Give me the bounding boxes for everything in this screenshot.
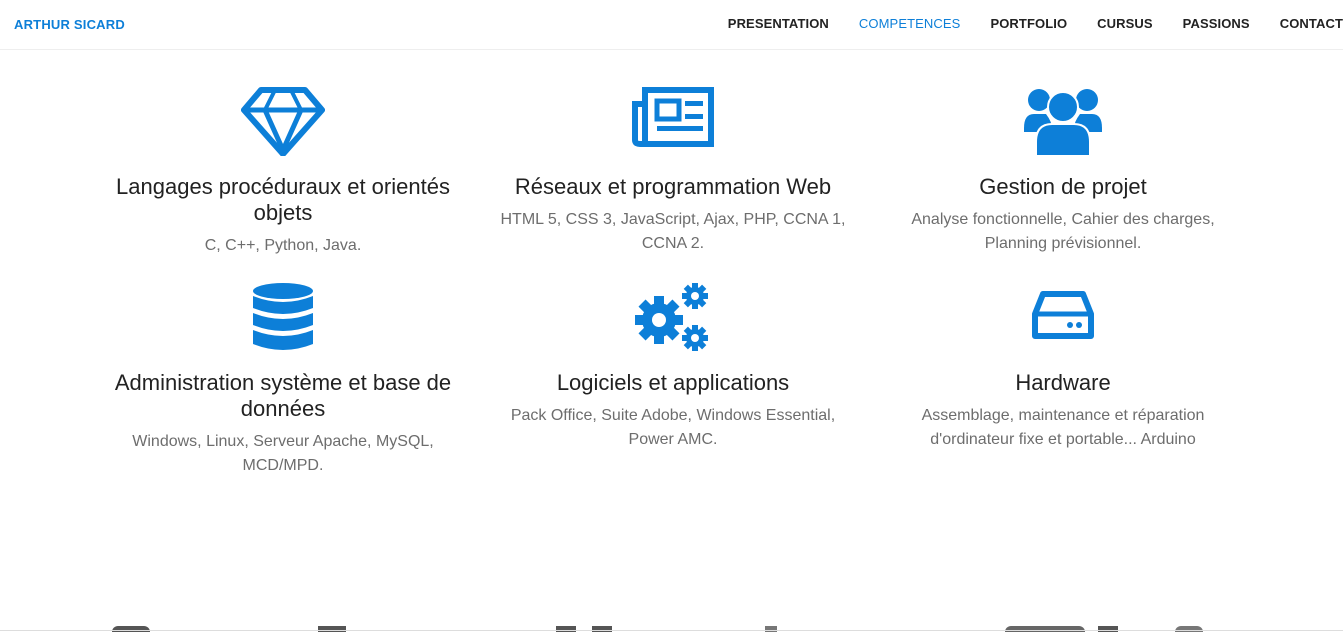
skill-item: Hardware Assemblage, maintenance et répa… — [883, 282, 1243, 452]
skill-desc: Windows, Linux, Serveur Apache, MySQL, M… — [132, 433, 434, 474]
skill-item: Gestion de projet Analyse fonctionnelle,… — [883, 86, 1243, 256]
skill-title: Administration système et base de donnée… — [114, 370, 452, 421]
diamond-icon — [241, 87, 325, 156]
divider — [0, 630, 1343, 631]
skill-item: Administration système et base de donnée… — [103, 282, 463, 478]
cogs-icon — [635, 283, 708, 351]
logo-fragment — [318, 626, 346, 632]
nav-passions[interactable]: PASSIONS — [1183, 16, 1250, 31]
users-icon — [1024, 89, 1102, 157]
newspaper-icon — [632, 87, 714, 147]
skill-title: Langages procéduraux et orientés objets — [116, 174, 450, 225]
skill-title: Logiciels et applications — [556, 370, 790, 395]
skill-title: Réseaux et programmation Web — [514, 174, 832, 199]
logo-fragment — [112, 626, 150, 632]
nav-competences[interactable]: COMPETENCES — [859, 16, 961, 31]
skill-title: Gestion de projet — [979, 174, 1147, 199]
nav-portfolio[interactable]: PORTFOLIO — [990, 16, 1067, 31]
logo-fragment — [765, 626, 777, 632]
logo-fragment — [1098, 626, 1118, 632]
skill-desc: Pack Office, Suite Adobe, Windows Essent… — [510, 407, 836, 448]
skill-desc: Assemblage, maintenance et réparation d'… — [921, 407, 1205, 448]
hdd-icon — [1032, 291, 1094, 339]
nav-presentation[interactable]: PRESENTATION — [728, 16, 829, 31]
nav-cursus[interactable]: CURSUS — [1097, 16, 1153, 31]
skill-item: Langages procéduraux et orientés objets … — [103, 86, 463, 258]
logo-fragment — [1175, 626, 1203, 632]
skill-desc: C, C++, Python, Java. — [204, 237, 362, 254]
skill-desc: HTML 5, CSS 3, JavaScript, Ajax, PHP, CC… — [500, 211, 846, 252]
logo-fragment — [556, 626, 576, 632]
nav-links: PRESENTATION COMPETENCES PORTFOLIO CURSU… — [698, 16, 1343, 31]
navbar: ARTHUR SICARD PRESENTATION COMPETENCES P… — [0, 0, 1343, 50]
logo-fragment — [592, 626, 612, 632]
nav-contact[interactable]: CONTACT — [1280, 16, 1343, 31]
database-icon — [253, 283, 313, 350]
logo-fragment — [1005, 626, 1085, 632]
skill-desc: Analyse fonctionnelle, Cahier des charge… — [911, 211, 1215, 252]
skill-title: Hardware — [1015, 370, 1111, 395]
brand-logo[interactable]: ARTHUR SICARD — [14, 17, 125, 32]
skill-item: Réseaux et programmation Web HTML 5, CSS… — [493, 86, 853, 256]
skill-item: Logiciels et applications Pack Office, S… — [493, 282, 853, 452]
